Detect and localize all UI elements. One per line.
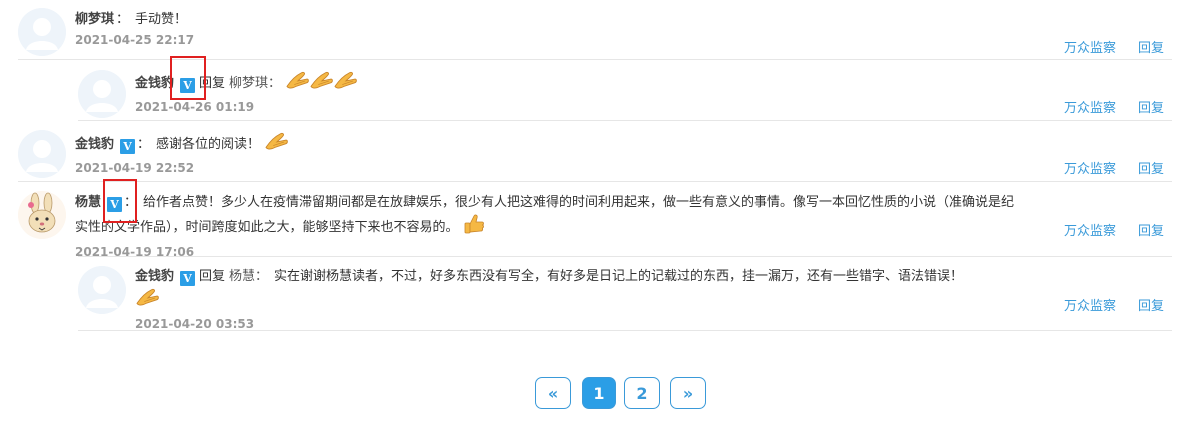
comment-item: 柳梦琪： 手动赞！ 2021-04-25 22:17 万众监察 回复 (18, 8, 1172, 60)
thumbs-up-icon (463, 213, 485, 242)
user-avatar-icon (78, 70, 126, 118)
reply-link[interactable]: 回复 (1138, 299, 1164, 314)
comment-colon: ： (116, 12, 130, 27)
highlight-box (103, 179, 137, 223)
page-1-button[interactable]: 1 (582, 377, 616, 409)
report-link[interactable]: 万众监察 (1064, 162, 1116, 177)
divider (78, 330, 1172, 331)
clap-icon (309, 70, 333, 97)
reply-item: 金钱豹 V 回复 柳梦琪： 2021-04-26 01:19 万众监察 回复 (78, 70, 1172, 120)
avatar[interactable] (78, 266, 126, 314)
page-2-button[interactable]: 2 (624, 377, 660, 409)
avatar[interactable] (78, 70, 126, 118)
clap-icon (264, 131, 288, 158)
reply-link[interactable]: 回复 (1138, 101, 1164, 116)
reply-link[interactable]: 回复 (1138, 41, 1164, 56)
comment-author[interactable]: 杨慧 (75, 195, 101, 210)
reply-target[interactable]: 柳梦琪： (229, 76, 281, 91)
comment-author[interactable]: 金钱豹 (135, 269, 174, 284)
clap-icon (333, 70, 357, 97)
user-avatar-icon (18, 130, 66, 178)
comment-author[interactable]: 金钱豹 (75, 137, 114, 152)
rabbit-avatar-icon (18, 191, 66, 239)
report-link[interactable]: 万众监察 (1064, 224, 1116, 239)
divider (18, 181, 1172, 182)
comment-date: 2021-04-25 22:17 (75, 33, 195, 47)
divider (78, 256, 1172, 257)
avatar[interactable] (18, 191, 66, 239)
reply-link[interactable]: 回复 (1138, 224, 1164, 239)
comment-date: 2021-04-20 03:53 (135, 317, 255, 331)
report-link[interactable]: 万众监察 (1064, 101, 1116, 116)
divider (78, 120, 1172, 121)
comment-date: 2021-04-19 22:52 (75, 161, 195, 175)
comment-content: 给作者点赞！多少人在疫情滞留期间都是在放肆娱乐，很少有人把这难得的时间利用起来，… (75, 195, 1015, 235)
comment-content: 手动赞！ (135, 12, 188, 27)
clap-icon (285, 70, 309, 97)
next-page-button[interactable]: » (670, 377, 706, 409)
reply-target[interactable]: 杨慧： (229, 269, 268, 284)
comment-item: 金钱豹 V： 感谢各位的阅读！ 2021-04-19 22:52 万众监察 回复 (18, 130, 1172, 180)
comment-author[interactable]: 金钱豹 (135, 76, 174, 91)
comment-item: 杨慧 V：给作者点赞！多少人在疫情滞留期间都是在放肆娱乐，很少有人把这难得的时间利… (18, 191, 1172, 259)
report-link[interactable]: 万众监察 (1064, 299, 1116, 314)
comment-date: 2021-04-26 01:19 (135, 100, 255, 114)
reply-link[interactable]: 回复 (1138, 162, 1164, 177)
prev-page-button[interactable]: « (535, 377, 571, 409)
comment-content: 实在谢谢杨慧读者，不过，好多东西没有写全，有好多是日记上的记载过的东西，挂一漏万… (274, 269, 964, 284)
user-avatar-icon (18, 8, 66, 56)
comment-colon: ： (137, 137, 151, 152)
verified-badge-icon: V (180, 271, 196, 286)
reply-word: 回复 (199, 269, 226, 284)
highlight-box (170, 56, 206, 100)
clap-icon (135, 287, 159, 314)
verified-badge-icon: V (120, 139, 136, 154)
comment-date: 2021-04-19 17:06 (75, 245, 195, 259)
report-link[interactable]: 万众监察 (1064, 41, 1116, 56)
avatar[interactable] (18, 130, 66, 178)
comment-content: 感谢各位的阅读！ (156, 137, 261, 152)
reply-item: 金钱豹 V 回复 杨慧： 实在谢谢杨慧读者，不过，好多东西没有写全，有好多是日记上的记载… (78, 266, 1172, 331)
comment-author[interactable]: 柳梦琪 (75, 12, 114, 27)
user-avatar-icon (78, 266, 126, 314)
avatar[interactable] (18, 8, 66, 56)
